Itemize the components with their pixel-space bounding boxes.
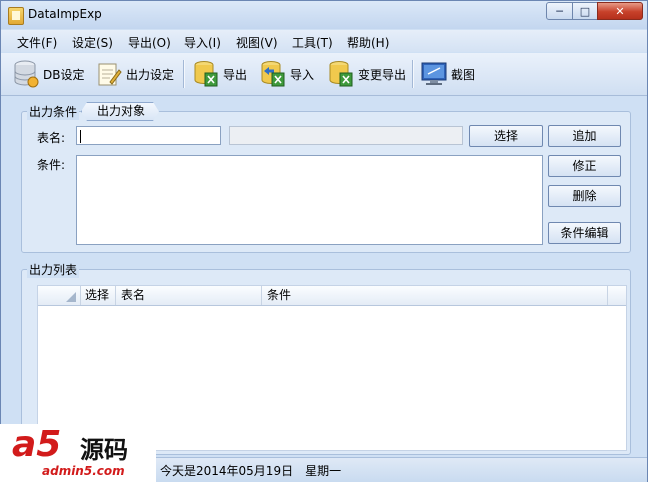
output-setting-button[interactable]: 出力设定: [96, 58, 174, 90]
table-name-input[interactable]: [76, 126, 221, 145]
app-icon: [8, 7, 24, 25]
column-header-table-name[interactable]: 表名: [116, 286, 262, 305]
table-name-label: 表名:: [37, 131, 66, 145]
column-header-select[interactable]: 选择: [80, 286, 116, 305]
maximize-button[interactable]: □: [572, 2, 598, 20]
notepad-pencil-icon: [96, 60, 122, 88]
condition-label: 条件:: [37, 158, 66, 172]
screenshot-label: 截图: [451, 67, 476, 82]
export-excel-icon: [193, 60, 219, 88]
output-target-tab[interactable]: 出力对象: [81, 102, 159, 121]
edit-condition-button[interactable]: 条件编辑: [548, 222, 621, 244]
menu-settings[interactable]: 设定(S): [72, 34, 113, 51]
watermark-name: 源码: [80, 436, 128, 464]
menu-tools[interactable]: 工具(T): [292, 34, 333, 51]
title-bar[interactable]: DataImpExp ─ □ ✕: [1, 1, 647, 29]
condition-textarea[interactable]: [76, 155, 543, 245]
output-setting-label: 出力设定: [126, 67, 175, 82]
import-label: 导入: [290, 67, 315, 82]
toolbar: DB设定 出力设定 导出 导入 变更导出 截图: [1, 53, 647, 96]
column-header-condition[interactable]: 条件: [262, 286, 608, 305]
db-setting-button[interactable]: DB设定: [13, 58, 84, 90]
delete-button[interactable]: 删除: [548, 185, 621, 207]
menu-file[interactable]: 文件(F): [17, 34, 57, 51]
export-button[interactable]: 导出: [193, 58, 247, 90]
database-icon: [13, 60, 39, 88]
table-name-display-field: [229, 126, 463, 145]
toolbar-separator: [412, 60, 413, 88]
menu-import[interactable]: 导入(I): [184, 34, 221, 51]
toolbar-separator: [183, 60, 184, 88]
change-export-button[interactable]: 变更导出: [328, 58, 406, 90]
watermark-a5: a5: [12, 424, 62, 465]
menu-view[interactable]: 视图(V): [236, 34, 278, 51]
add-button[interactable]: 追加: [548, 125, 621, 147]
modify-button[interactable]: 修正: [548, 155, 621, 177]
main-window: DataImpExp ─ □ ✕ 文件(F) 设定(S) 导出(O) 导入(I)…: [0, 0, 648, 482]
grid-header: 选择 表名 条件: [38, 286, 626, 306]
status-date-text: 今天是2014年05月19日 星期一: [160, 464, 342, 478]
text-caret: [80, 130, 81, 143]
menu-help[interactable]: 帮助(H): [347, 34, 389, 51]
import-excel-icon: [260, 60, 286, 88]
window-title: DataImpExp: [28, 7, 102, 21]
change-export-icon: [328, 60, 354, 88]
minimize-button[interactable]: ─: [546, 2, 573, 20]
watermark-url: admin5.com: [42, 464, 125, 478]
select-button[interactable]: 选择: [469, 125, 543, 147]
close-button[interactable]: ✕: [597, 2, 643, 20]
select-all-corner[interactable]: [38, 286, 81, 305]
export-label: 导出: [223, 67, 248, 82]
menu-bar: 文件(F) 设定(S) 导出(O) 导入(I) 视图(V) 工具(T) 帮助(H…: [1, 30, 647, 52]
screenshot-button[interactable]: 截图: [421, 58, 475, 90]
menu-export[interactable]: 导出(O): [128, 34, 171, 51]
change-export-label: 变更导出: [358, 67, 407, 82]
import-button[interactable]: 导入: [260, 58, 314, 90]
db-setting-label: DB设定: [43, 67, 85, 82]
watermark-logo: a5 源码 admin5.com: [0, 424, 156, 484]
screenshot-icon: [421, 60, 447, 88]
output-condition-label: 出力条件: [27, 103, 80, 120]
output-list-label: 出力列表: [27, 261, 80, 278]
